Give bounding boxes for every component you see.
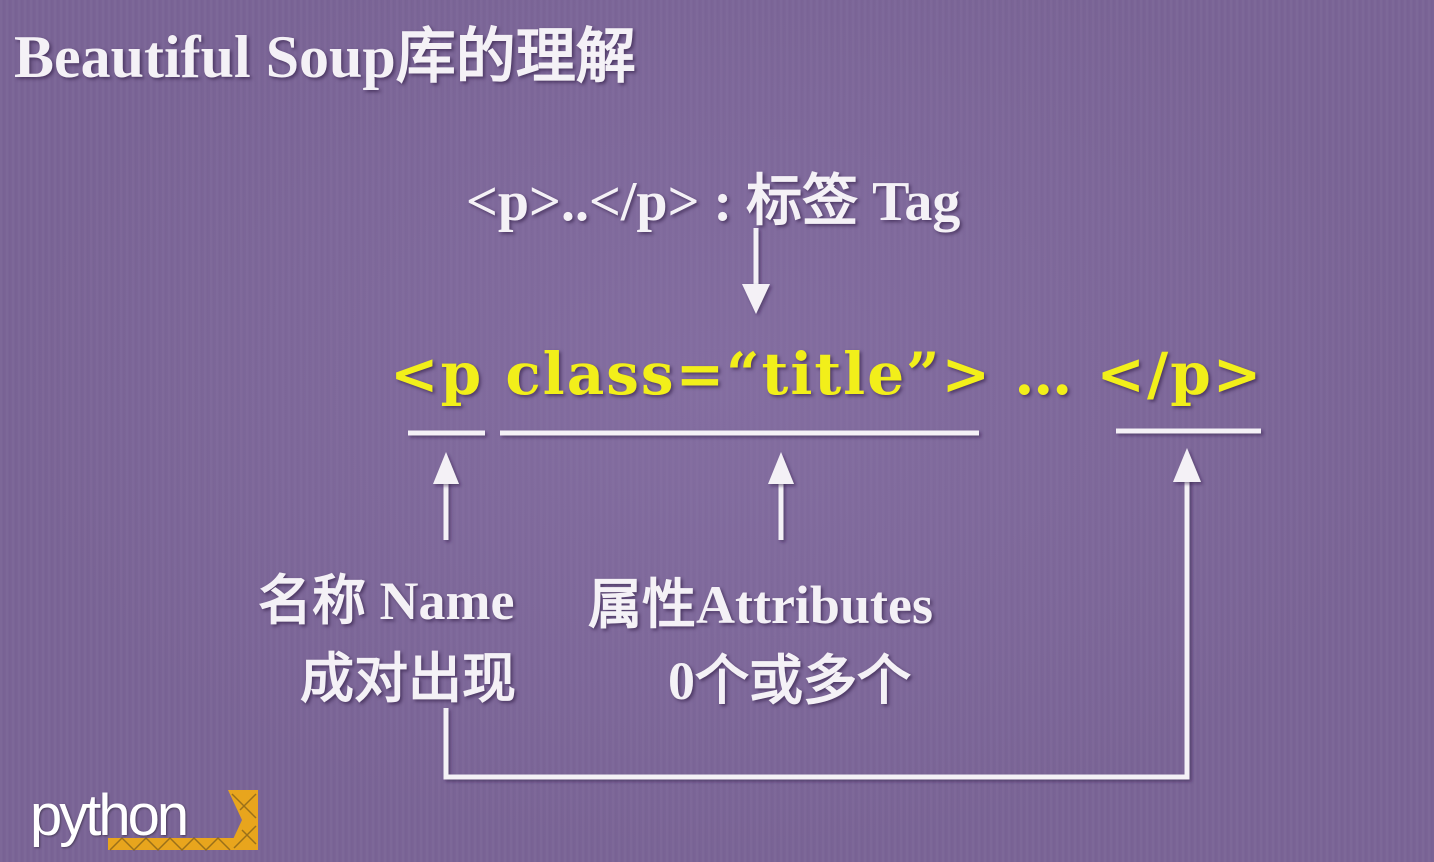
tag-code-example: <p class=“title”> … </p>: [390, 340, 1264, 408]
name-arrow-head: [433, 452, 459, 484]
attributes-count-label: 0个或多个: [668, 651, 911, 711]
down-arrow-head: [742, 284, 770, 314]
close-tag-arrow-head: [1173, 448, 1201, 482]
python-logo-text: python: [30, 783, 189, 848]
attributes-arrow-head: [768, 452, 794, 484]
name-label: 名称 Name: [258, 571, 515, 631]
pair-label: 成对出现: [300, 649, 516, 709]
attributes-label: 属性Attributes: [588, 575, 933, 635]
python-logo: python: [28, 782, 268, 854]
diagram-connectors: [408, 228, 1261, 780]
